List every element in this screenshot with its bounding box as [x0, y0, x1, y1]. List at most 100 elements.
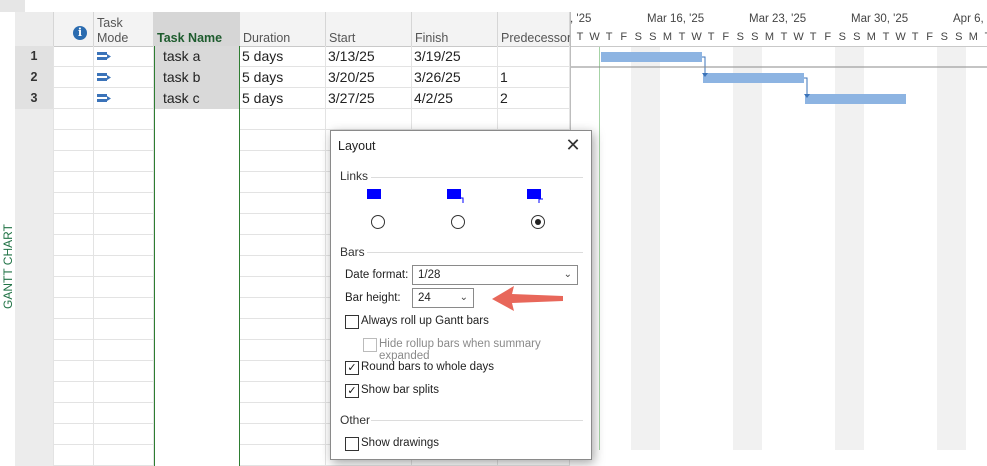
empty-cell[interactable]: [326, 109, 412, 130]
empty-cell[interactable]: [240, 151, 326, 172]
start-cell[interactable]: 3/27/25: [326, 88, 412, 109]
always-roll-up-checkbox[interactable]: [345, 315, 359, 329]
empty-cell[interactable]: [154, 235, 240, 256]
gantt-chart[interactable]: , '25 Mar 16, '25 Mar 23, '25 Mar 30, '2…: [570, 12, 987, 450]
duration-cell[interactable]: 5 days: [240, 67, 326, 88]
empty-cell[interactable]: [94, 403, 154, 424]
column-header-start[interactable]: Start: [326, 12, 412, 46]
task-mode-cell[interactable]: [94, 88, 154, 109]
date-format-select[interactable]: 1/28 ⌄: [412, 265, 578, 285]
show-drawings-checkbox[interactable]: [345, 437, 359, 451]
empty-row[interactable]: [15, 109, 570, 130]
empty-cell[interactable]: [15, 151, 54, 172]
predecessors-cell[interactable]: 2: [498, 88, 570, 109]
empty-cell[interactable]: [240, 130, 326, 151]
empty-cell[interactable]: [154, 382, 240, 403]
empty-cell[interactable]: [240, 382, 326, 403]
empty-cell[interactable]: [94, 109, 154, 130]
empty-cell[interactable]: [54, 445, 94, 466]
empty-cell[interactable]: [15, 172, 54, 193]
empty-cell[interactable]: [240, 109, 326, 130]
empty-cell[interactable]: [94, 214, 154, 235]
empty-cell[interactable]: [15, 340, 54, 361]
duration-cell[interactable]: 5 days: [240, 88, 326, 109]
column-header-info[interactable]: i: [54, 12, 94, 46]
predecessors-cell[interactable]: 1: [498, 67, 570, 88]
close-button[interactable]: ✕: [562, 134, 584, 156]
empty-cell[interactable]: [15, 235, 54, 256]
empty-cell[interactable]: [54, 109, 94, 130]
empty-cell[interactable]: [54, 340, 94, 361]
empty-cell[interactable]: [15, 256, 54, 277]
empty-cell[interactable]: [240, 214, 326, 235]
empty-cell[interactable]: [94, 445, 154, 466]
column-header-task-mode[interactable]: Task Mode: [94, 12, 154, 46]
column-header-task-name[interactable]: Task Name: [154, 12, 240, 46]
empty-cell[interactable]: [94, 277, 154, 298]
empty-cell[interactable]: [240, 319, 326, 340]
empty-cell[interactable]: [15, 445, 54, 466]
empty-cell[interactable]: [154, 361, 240, 382]
empty-cell[interactable]: [240, 445, 326, 466]
start-cell[interactable]: 3/20/25: [326, 67, 412, 88]
empty-cell[interactable]: [94, 424, 154, 445]
empty-cell[interactable]: [498, 109, 570, 130]
empty-cell[interactable]: [154, 340, 240, 361]
empty-cell[interactable]: [54, 214, 94, 235]
round-bars-checkbox[interactable]: ✓: [345, 361, 359, 375]
empty-cell[interactable]: [154, 298, 240, 319]
finish-cell[interactable]: 4/2/25: [412, 88, 498, 109]
start-cell[interactable]: 3/13/25: [326, 46, 412, 67]
empty-cell[interactable]: [54, 298, 94, 319]
link-style-s-shape-radio[interactable]: [451, 215, 465, 229]
link-style-l-shape-radio[interactable]: [531, 215, 545, 229]
indicator-cell[interactable]: [54, 67, 94, 88]
empty-cell[interactable]: [154, 256, 240, 277]
empty-cell[interactable]: [154, 445, 240, 466]
duration-cell[interactable]: 5 days: [240, 46, 326, 67]
empty-cell[interactable]: [15, 298, 54, 319]
finish-cell[interactable]: 3/19/25: [412, 46, 498, 67]
empty-cell[interactable]: [54, 235, 94, 256]
empty-cell[interactable]: [240, 403, 326, 424]
empty-cell[interactable]: [94, 130, 154, 151]
task-name-cell[interactable]: task c: [154, 88, 240, 109]
link-style-none-radio[interactable]: [371, 215, 385, 229]
empty-cell[interactable]: [154, 403, 240, 424]
empty-cell[interactable]: [94, 235, 154, 256]
column-header-predecessors[interactable]: Predecessors: [498, 12, 577, 46]
empty-cell[interactable]: [240, 172, 326, 193]
empty-cell[interactable]: [15, 424, 54, 445]
empty-cell[interactable]: [94, 151, 154, 172]
empty-cell[interactable]: [154, 109, 240, 130]
empty-cell[interactable]: [154, 214, 240, 235]
empty-cell[interactable]: [15, 109, 54, 130]
table-row[interactable]: 3 task c 5 days 3/27/25 4/2/25 2: [15, 88, 570, 109]
empty-cell[interactable]: [94, 361, 154, 382]
task-name-cell[interactable]: task b: [154, 67, 240, 88]
empty-cell[interactable]: [54, 424, 94, 445]
empty-cell[interactable]: [15, 277, 54, 298]
column-header-finish[interactable]: Finish: [412, 12, 498, 46]
empty-cell[interactable]: [94, 172, 154, 193]
empty-cell[interactable]: [240, 193, 326, 214]
empty-cell[interactable]: [94, 298, 154, 319]
empty-cell[interactable]: [15, 193, 54, 214]
indicator-cell[interactable]: [54, 46, 94, 67]
task-mode-cell[interactable]: [94, 46, 154, 67]
task-mode-cell[interactable]: [94, 67, 154, 88]
column-header-duration[interactable]: Duration: [240, 12, 326, 46]
empty-cell[interactable]: [154, 319, 240, 340]
table-row[interactable]: 1 task a 5 days 3/13/25 3/19/25: [15, 46, 570, 67]
empty-cell[interactable]: [240, 340, 326, 361]
empty-cell[interactable]: [154, 172, 240, 193]
show-bar-splits-checkbox[interactable]: ✓: [345, 384, 359, 398]
gantt-bar-task-b[interactable]: [703, 73, 804, 83]
empty-cell[interactable]: [15, 403, 54, 424]
empty-cell[interactable]: [94, 193, 154, 214]
finish-cell[interactable]: 3/26/25: [412, 67, 498, 88]
bar-height-select[interactable]: 24 ⌄: [412, 288, 474, 308]
empty-cell[interactable]: [240, 235, 326, 256]
empty-cell[interactable]: [54, 361, 94, 382]
empty-cell[interactable]: [15, 319, 54, 340]
